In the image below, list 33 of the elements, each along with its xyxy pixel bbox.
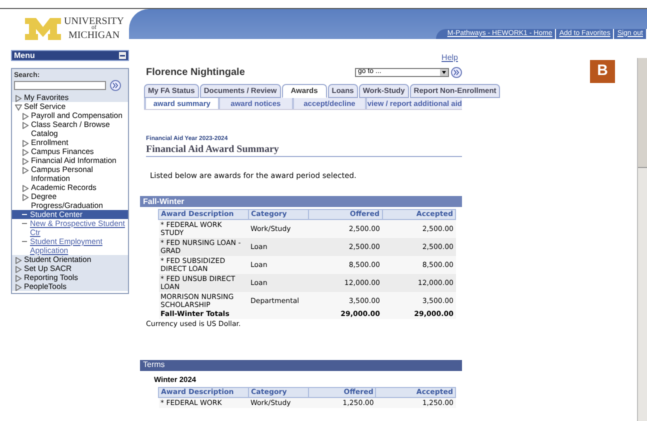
collapsed-triangle-icon[interactable] [22, 122, 29, 129]
collapsed-triangle-icon[interactable] [22, 140, 29, 147]
scrollbar[interactable] [637, 58, 647, 421]
collapsed-triangle-icon[interactable] [22, 167, 29, 174]
section-header: Terms [140, 360, 462, 371]
student-name: Florence Nightingale [146, 66, 245, 80]
collapsed-triangle-icon[interactable] [15, 266, 22, 273]
logo-text: UNIVERSITY [64, 17, 124, 26]
search-field[interactable] [14, 81, 106, 90]
logo-text: MICHIGAN [68, 31, 120, 40]
collapsed-triangle-icon[interactable] [22, 158, 29, 165]
dash-icon [22, 214, 27, 215]
help-link[interactable]: Help [442, 52, 458, 64]
page-title: Financial Aid Award Summary [146, 144, 462, 157]
dash-icon [22, 223, 27, 224]
collapsed-triangle-icon[interactable] [22, 113, 29, 120]
collapsed-triangle-icon[interactable] [15, 95, 22, 102]
menu-title: Menu [14, 50, 35, 62]
section-header: Fall-Winter [140, 196, 462, 208]
figure-label: B [590, 60, 615, 83]
collapsed-triangle-icon[interactable] [15, 275, 22, 282]
block-m-icon [25, 18, 61, 40]
collapsed-triangle-icon[interactable] [22, 149, 29, 156]
dash-icon [22, 241, 27, 242]
go-arrow-icon[interactable] [110, 80, 121, 91]
collapsed-triangle-icon[interactable] [22, 194, 29, 201]
collapsed-triangle-icon[interactable] [15, 284, 22, 291]
expanded-triangle-icon[interactable] [15, 104, 22, 111]
collapsed-triangle-icon[interactable] [22, 185, 29, 192]
collapsed-triangle-icon[interactable] [15, 257, 22, 264]
go-arrow-icon[interactable] [451, 67, 462, 78]
dropdown-arrow-icon [440, 69, 448, 76]
collapse-icon[interactable] [119, 52, 126, 59]
